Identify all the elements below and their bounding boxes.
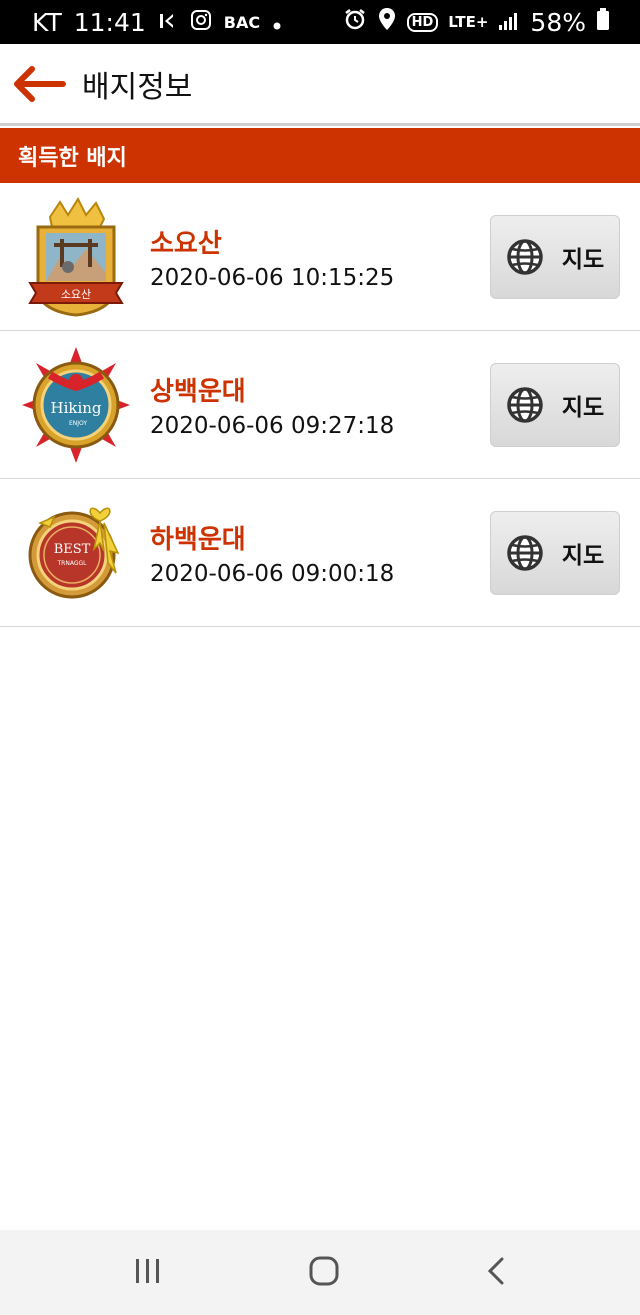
battery-icon <box>596 7 610 37</box>
badge-date: 2020-06-06 09:00:18 <box>150 561 395 587</box>
back-nav-button[interactable] <box>485 1256 507 1290</box>
back-chevron-icon <box>488 1257 504 1284</box>
page-title: 배지정보 <box>82 69 193 105</box>
badge-row: Hiking ENJOY 상백운대 2020-06-06 09:27:18 지도 <box>0 331 640 479</box>
carrier-label: KT <box>32 7 62 37</box>
badge-best-text: BEST <box>54 542 91 557</box>
globe-icon <box>507 239 543 275</box>
badge-name: 상백운대 <box>150 377 246 407</box>
map-button-label: 지도 <box>561 543 605 569</box>
hd-icon: HD <box>406 12 439 32</box>
badge-date: 2020-06-06 10:15:25 <box>150 265 395 291</box>
recent-apps-button[interactable] <box>133 1257 163 1289</box>
back-arrow-icon <box>14 65 66 102</box>
k-icon <box>158 8 178 37</box>
battery-percent: 58% <box>530 7 586 37</box>
network-label: LTE+ <box>448 13 489 31</box>
dot-icon <box>272 8 282 37</box>
badge-best-sub: TRNAGGL <box>57 560 88 567</box>
map-button[interactable]: 지도 <box>490 511 620 595</box>
location-icon <box>377 7 397 37</box>
globe-icon <box>507 387 543 423</box>
badge-list: 소요산 소요산 2020-06-06 10:15:25 지도 Hiking EN… <box>0 183 640 627</box>
badge-soyosan-text: 소요산 <box>61 288 91 301</box>
section-header: 획득한 배지 <box>0 128 640 183</box>
badge-row: 소요산 소요산 2020-06-06 10:15:25 지도 <box>0 183 640 331</box>
system-nav-bar <box>0 1230 640 1315</box>
recent-apps-icon <box>135 1258 159 1283</box>
time-label: 11:41 <box>73 7 146 37</box>
badge-best-icon: BEST TRNAGGL <box>28 507 120 599</box>
instagram-icon <box>190 8 212 37</box>
app-bar: 배지정보 <box>0 44 640 126</box>
badge-hiking-sub: ENJOY <box>69 420 87 427</box>
badge-hiking-icon: Hiking ENJOY <box>22 347 130 463</box>
badge-date: 2020-06-06 09:27:18 <box>150 413 395 439</box>
badge-hiking-text: Hiking <box>50 399 101 417</box>
map-button[interactable]: 지도 <box>490 363 620 447</box>
back-button[interactable] <box>0 43 80 125</box>
bac-icon: BAC <box>223 12 261 32</box>
map-button-label: 지도 <box>561 395 605 421</box>
status-bar: KT 11:41 BAC HD LTE+ 58% <box>0 0 640 44</box>
signal-icon <box>498 8 520 37</box>
badge-name: 소요산 <box>150 229 222 259</box>
badge-soyosan-icon: 소요산 <box>28 197 124 317</box>
home-icon <box>309 1256 339 1285</box>
map-button[interactable]: 지도 <box>490 215 620 299</box>
badge-name: 하백운대 <box>150 525 246 555</box>
badge-row: BEST TRNAGGL 하백운대 2020-06-06 09:00:18 지도 <box>0 479 640 627</box>
alarm-icon <box>343 7 367 37</box>
globe-icon <box>507 535 543 571</box>
map-button-label: 지도 <box>561 247 605 273</box>
home-button[interactable] <box>308 1255 340 1291</box>
